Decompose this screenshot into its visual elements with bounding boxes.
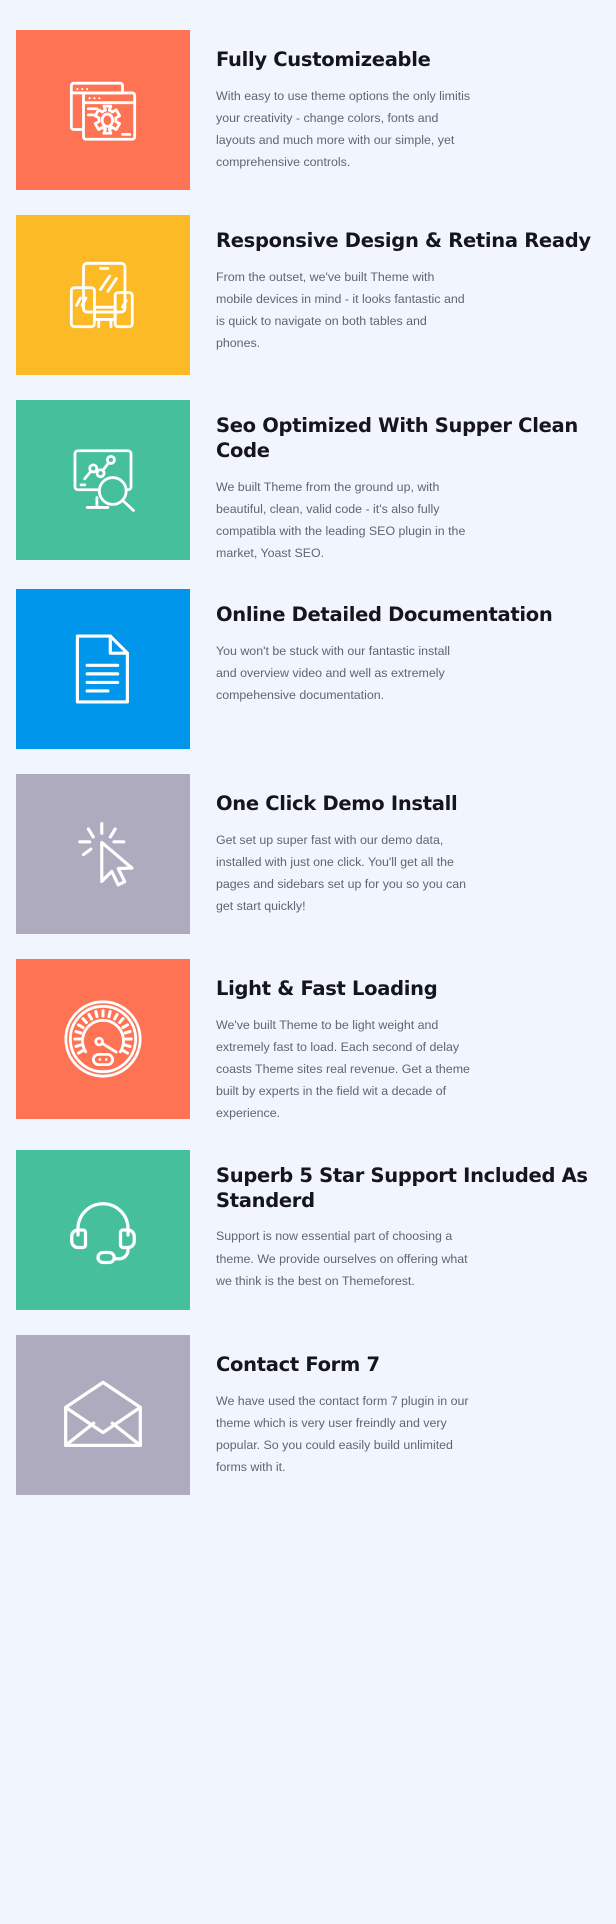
- feature-icon-tile: [16, 774, 190, 935]
- feature-item-contact-form-7: Contact Form 7 We have used the contact …: [0, 1334, 616, 1495]
- feature-text: Online Detailed Documentation You won't …: [190, 589, 600, 706]
- feature-icon-tile: [16, 1149, 190, 1310]
- features-list: Fully Customizeable With easy to use the…: [0, 30, 616, 1520]
- feature-text: Seo Optimized With Supper Clean Code We …: [190, 400, 600, 564]
- feature-text: One Click Demo Install Get set up super …: [190, 774, 600, 917]
- feature-description: Get set up super fast with our demo data…: [216, 833, 467, 914]
- feature-title: Contact Form 7: [216, 1352, 380, 1376]
- feature-title: Online Detailed Documentation: [216, 603, 553, 627]
- feature-icon-tile: [16, 959, 190, 1120]
- feature-item-light-fast-loading: Light & Fast Loading We've built Theme t…: [0, 959, 616, 1124]
- feature-description: With easy to use theme options the only …: [216, 88, 471, 170]
- feature-icon-tile: [16, 400, 190, 560]
- feature-icon-tile: [16, 589, 190, 750]
- responsive-devices-icon: [64, 256, 142, 334]
- browser-windows-gear-icon: [64, 71, 142, 149]
- feature-icon-tile: [16, 30, 190, 190]
- speedometer-gauge-icon: [62, 998, 144, 1080]
- feature-description: From the outset, we've built Theme with …: [216, 269, 465, 351]
- feature-title: One Click Demo Install: [216, 792, 458, 816]
- headset-support-icon: [63, 1190, 143, 1270]
- feature-item-seo-optimized-clean-code: Seo Optimized With Supper Clean Code We …: [0, 400, 616, 564]
- feature-item-responsive-design-retina-ready: Responsive Design & Retina Ready From th…: [0, 215, 616, 375]
- feature-description: We've built Theme to be light weight and…: [216, 1018, 470, 1121]
- document-page-icon: [67, 630, 139, 708]
- feature-text: Superb 5 Star Support Included As Stande…: [190, 1150, 600, 1292]
- feature-item-fully-customizeable: Fully Customizeable With easy to use the…: [0, 30, 616, 190]
- feature-text: Responsive Design & Retina Ready From th…: [190, 215, 600, 354]
- feature-description: We built Theme from the ground up, with …: [216, 479, 466, 561]
- feature-title: Superb 5 Star Support Included As Stande…: [216, 1163, 588, 1212]
- cursor-click-icon: [64, 815, 142, 893]
- feature-description: You won't be stuck with our fantastic in…: [216, 644, 451, 703]
- open-envelope-icon: [61, 1379, 145, 1451]
- feature-text: Light & Fast Loading We've built Theme t…: [190, 959, 600, 1124]
- feature-item-one-click-demo-install: One Click Demo Install Get set up super …: [0, 774, 616, 935]
- feature-title: Seo Optimized With Supper Clean Code: [216, 414, 578, 462]
- feature-item-online-detailed-documentation: Online Detailed Documentation You won't …: [0, 589, 616, 750]
- feature-description: We have used the contact form 7 plugin i…: [216, 1393, 469, 1474]
- feature-title: Responsive Design & Retina Ready: [216, 229, 591, 252]
- feature-icon-tile: [16, 215, 190, 375]
- feature-text: Contact Form 7 We have used the contact …: [190, 1335, 600, 1478]
- feature-icon-tile: [16, 1334, 190, 1495]
- feature-title: Light & Fast Loading: [216, 977, 438, 1001]
- feature-description: Support is now essential part of choosin…: [216, 1229, 468, 1288]
- analytics-search-icon: [64, 441, 142, 519]
- feature-text: Fully Customizeable With easy to use the…: [190, 30, 600, 173]
- feature-title: Fully Customizeable: [216, 48, 431, 71]
- feature-item-superb-5-star-support: Superb 5 Star Support Included As Stande…: [0, 1149, 616, 1310]
